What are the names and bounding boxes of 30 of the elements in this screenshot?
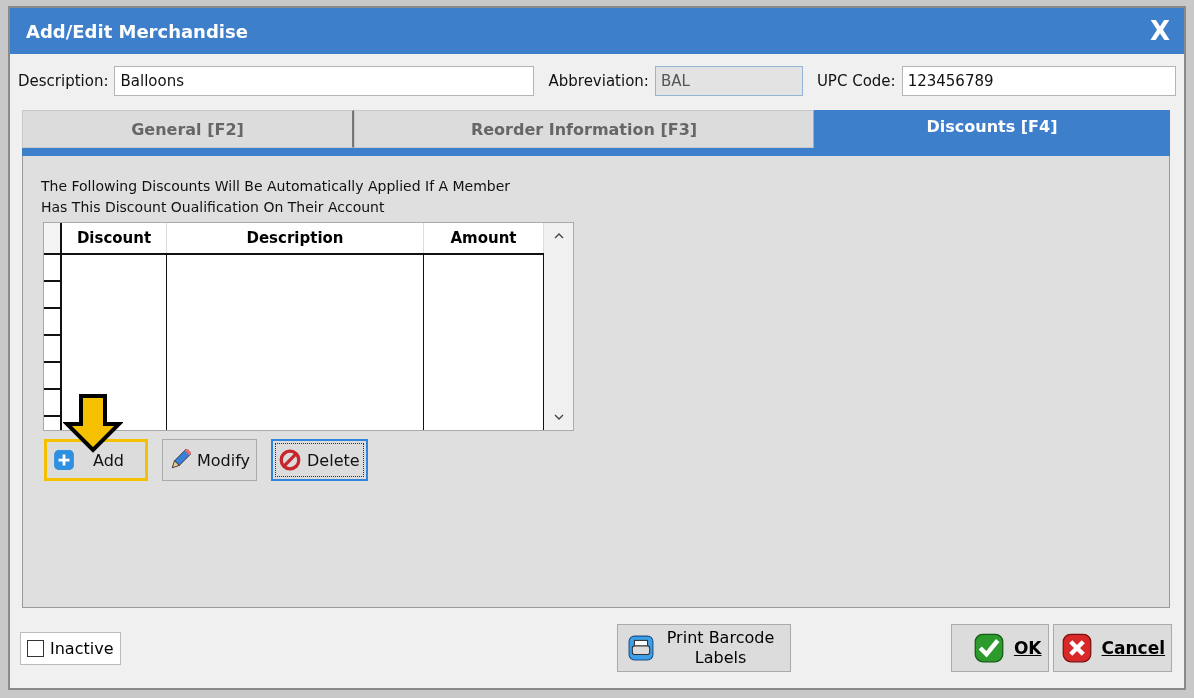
scrollbar[interactable]: [544, 223, 573, 430]
column-header[interactable]: Discount: [62, 223, 167, 253]
tab[interactable]: Discounts [F4]: [814, 110, 1170, 148]
print-barcode-button[interactable]: Print Barcode Labels: [616, 624, 791, 672]
instruction-text: The Following Discounts Will Be Automatically Applied If A Member Has This Discount Oualification On Their Account: [41, 177, 511, 217]
field-label: UPC Code:: [816, 72, 896, 90]
window-title: Add/Edit Merchandise: [26, 20, 248, 42]
ok-button[interactable]: OK: [950, 624, 1049, 672]
tab[interactable]: Reorder Information [F3]: [354, 110, 814, 148]
modify-button[interactable]: Modify: [162, 439, 257, 481]
tab[interactable]: General [F2]: [22, 110, 354, 148]
checkbox[interactable]: [27, 639, 44, 657]
cancel-button[interactable]: Cancel: [1052, 624, 1172, 672]
input-field[interactable]: 123456789: [901, 66, 1176, 96]
input-field[interactable]: Balloons: [114, 66, 535, 96]
pencil-icon: [169, 449, 191, 471]
field-label: Abbreviation:: [548, 72, 649, 90]
printer-icon: [627, 635, 654, 661]
checkmark-icon: [973, 633, 1004, 663]
callout-arrow: [63, 394, 123, 454]
plus-icon: [53, 449, 75, 471]
close-button[interactable]: X: [1145, 16, 1174, 46]
scroll-up-icon[interactable]: [553, 233, 564, 239]
add-button[interactable]: Add: [44, 439, 148, 481]
column-header[interactable]: Description: [167, 223, 424, 253]
scroll-down-icon[interactable]: [553, 414, 564, 420]
no-entry-icon: [279, 449, 301, 471]
close-icon: [1061, 633, 1092, 663]
field-label: Description:: [18, 72, 109, 90]
delete-button[interactable]: Delete: [271, 439, 368, 481]
